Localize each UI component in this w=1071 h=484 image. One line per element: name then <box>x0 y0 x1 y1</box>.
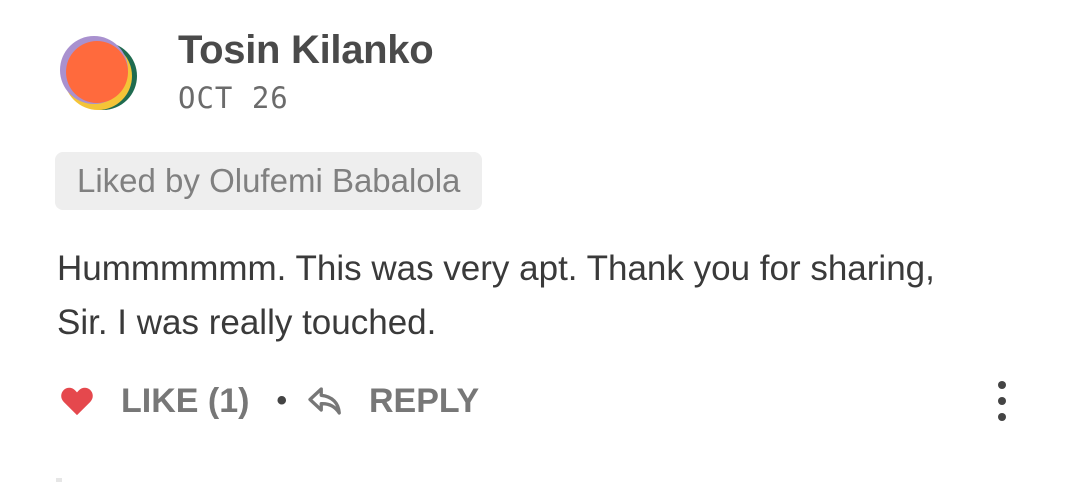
heart-icon <box>61 387 93 416</box>
like-label: LIKE (1) <box>121 381 250 420</box>
comment-card: Tosin Kilanko OCT 26 Liked by Olufemi Ba… <box>0 0 1071 484</box>
liked-by-badge: Liked by Olufemi Babalola <box>55 152 483 210</box>
action-separator: • <box>276 384 287 417</box>
divider <box>56 478 62 482</box>
author-name[interactable]: Tosin Kilanko <box>178 27 434 73</box>
like-button[interactable]: LIKE (1) <box>60 382 249 421</box>
comment-date: OCT 26 <box>178 81 289 115</box>
reply-label: REPLY <box>368 381 480 420</box>
reply-icon <box>308 387 341 415</box>
more-vertical-icon[interactable] <box>992 380 1012 422</box>
comment-body: Hummmmmm. This was very apt. Thank you f… <box>57 249 935 342</box>
comment-actions: LIKE (1) • REPLY <box>60 378 479 424</box>
avatar[interactable] <box>60 32 140 112</box>
reply-button[interactable]: REPLY <box>307 382 479 421</box>
